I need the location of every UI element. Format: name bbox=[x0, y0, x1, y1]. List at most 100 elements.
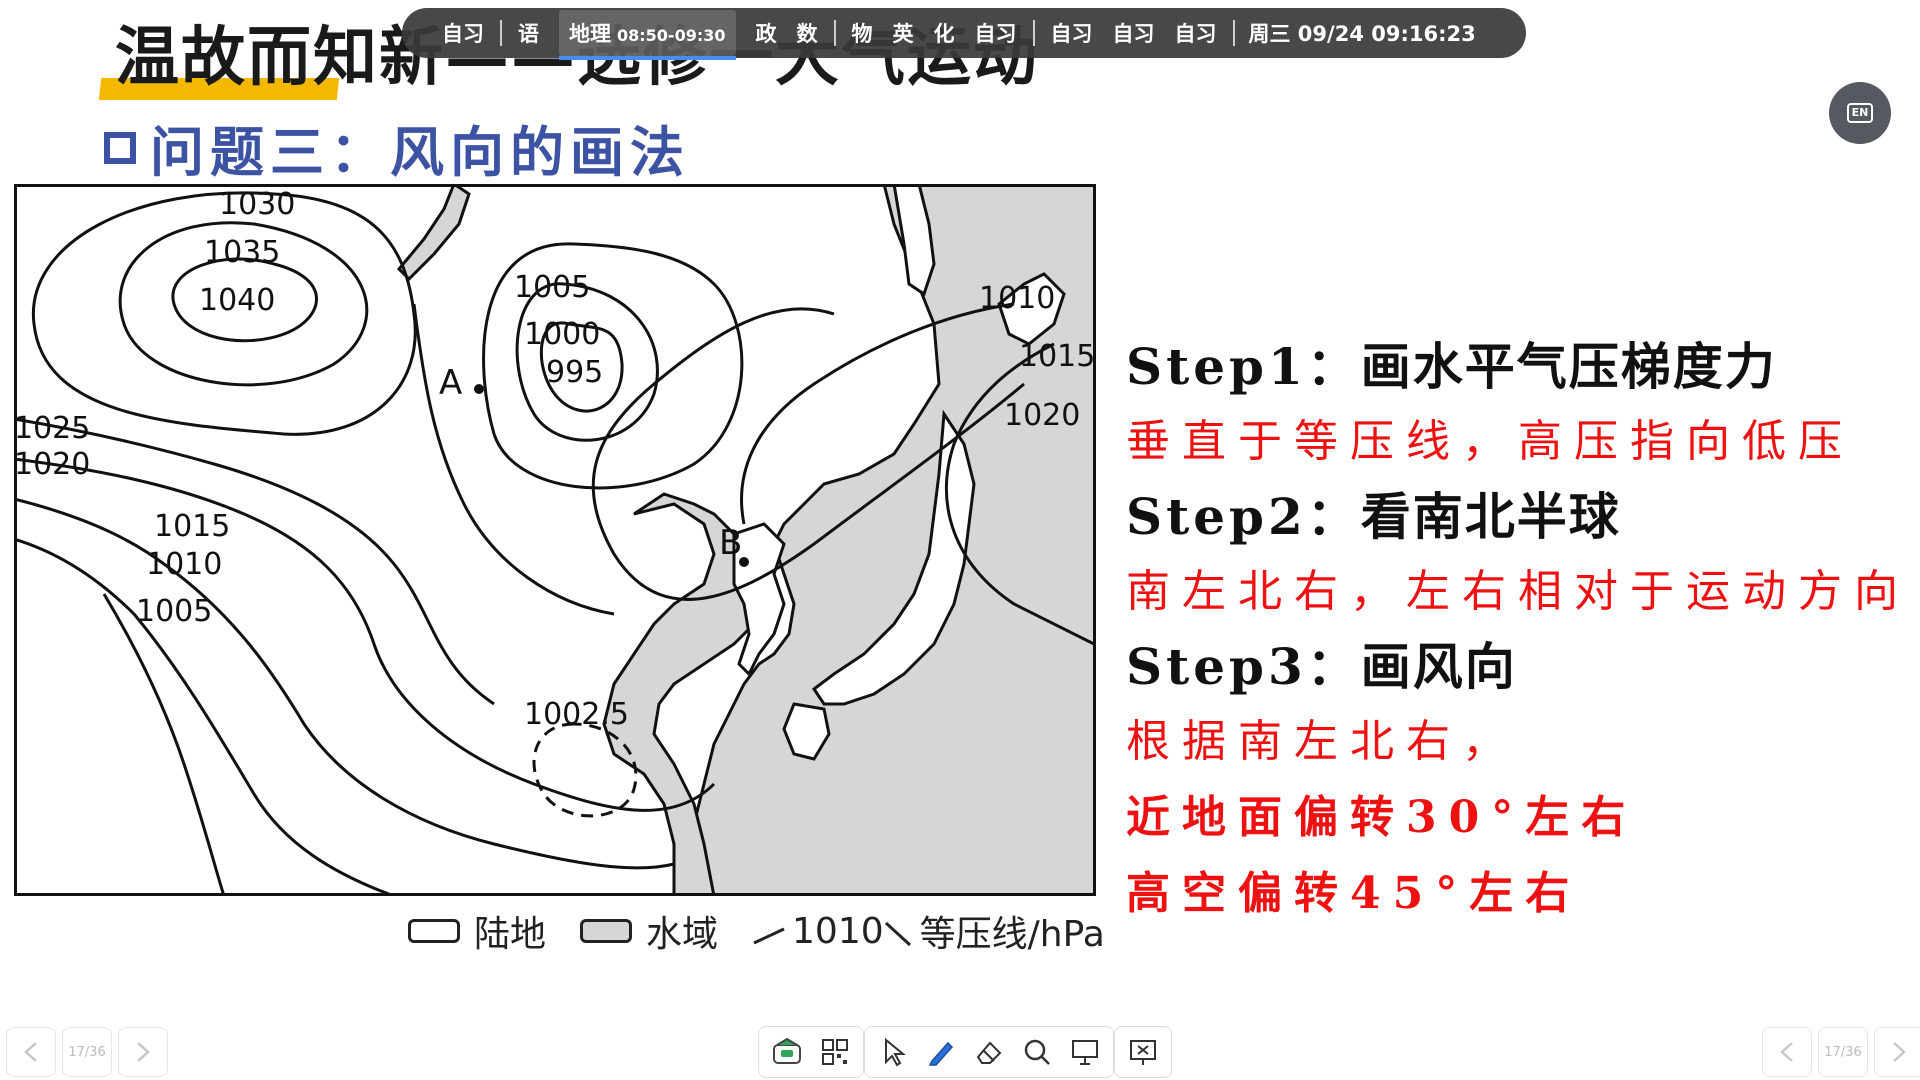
isobar-label: 995 bbox=[546, 355, 603, 390]
isobar-label: 1000 bbox=[524, 317, 600, 352]
zoom-button[interactable] bbox=[1013, 1029, 1061, 1075]
schedule-item[interactable]: 语 bbox=[518, 18, 539, 48]
isobar-label: 1020 bbox=[14, 447, 90, 482]
language-label: EN bbox=[1846, 103, 1874, 123]
schedule-item[interactable]: 自习 bbox=[442, 18, 484, 48]
isobar-label: 1005 bbox=[514, 270, 590, 305]
step3-label: Step3： bbox=[1126, 637, 1361, 696]
point-b-dot bbox=[739, 557, 749, 567]
grid-icon bbox=[822, 1039, 848, 1065]
chevron-right-icon bbox=[137, 1042, 150, 1062]
isobar-sample-icon bbox=[753, 927, 785, 945]
annotation-toolbar bbox=[758, 1026, 1172, 1080]
step2-heading: 看南北半球 bbox=[1360, 488, 1621, 546]
separator bbox=[500, 20, 502, 46]
slide-subtitle: 问题三：风向的画法 bbox=[104, 108, 690, 187]
step2-title: Step2：看南北半球 bbox=[1126, 480, 1906, 554]
step3-desc: 近地面偏转30°左右 bbox=[1126, 792, 1638, 843]
separator bbox=[1032, 20, 1035, 46]
schedule-item[interactable]: 政 bbox=[756, 18, 777, 48]
subtitle-text: 问题三：风向的画法 bbox=[150, 120, 690, 184]
point-label-a: A bbox=[439, 363, 462, 403]
legend-isobar: 1010 等压线/hPa bbox=[752, 905, 1105, 957]
chevron-right-icon bbox=[1893, 1042, 1906, 1062]
toolbar-group bbox=[758, 1026, 864, 1078]
date-clock: 周三 09/24 09:16:23 bbox=[1248, 22, 1476, 46]
pager-right: 17/36 bbox=[1762, 1027, 1920, 1077]
page-number: 17/36 bbox=[68, 1044, 106, 1060]
schedule-item-current[interactable]: 地理 08:50-09:30 bbox=[559, 10, 736, 60]
point-a-dot bbox=[474, 384, 484, 394]
isobar-label: 1005 bbox=[136, 594, 212, 629]
schedule-item[interactable]: 自习 bbox=[1113, 18, 1155, 48]
next-page-button[interactable] bbox=[1874, 1027, 1920, 1077]
magnifier-icon bbox=[1024, 1039, 1050, 1065]
step3-desc: 高空偏转45°左右 bbox=[1126, 868, 1582, 919]
separator bbox=[833, 20, 836, 46]
chevron-left-icon bbox=[24, 1042, 37, 1062]
schedule-item[interactable]: 化 bbox=[934, 18, 955, 48]
map-legend: 陆地 水域 1010 等压线/hPa bbox=[408, 906, 1139, 956]
legend-water-label: 水域 bbox=[646, 914, 719, 955]
current-time-range: 08:50-09:30 bbox=[617, 26, 726, 45]
isobar-label: 1040 bbox=[199, 283, 275, 318]
schedule-item[interactable]: 物 bbox=[852, 18, 873, 48]
chat-button[interactable] bbox=[763, 1029, 811, 1075]
separator bbox=[1232, 20, 1235, 46]
isobar-label: 1020 bbox=[1004, 398, 1080, 433]
language-button[interactable]: EN bbox=[1829, 82, 1891, 144]
current-subject: 地理 bbox=[569, 22, 611, 46]
isobar-label: 1002.5 bbox=[524, 697, 629, 732]
step2-label: Step2： bbox=[1126, 487, 1361, 546]
isobar-label: 1010 bbox=[146, 547, 222, 582]
legend-land-label: 陆地 bbox=[474, 914, 547, 955]
legend-land: 陆地 bbox=[408, 905, 546, 957]
page-number: 17/36 bbox=[1824, 1044, 1862, 1060]
schedule-item[interactable]: 自习 bbox=[1051, 18, 1093, 48]
isobar-label: 1030 bbox=[219, 187, 295, 222]
land-swatch bbox=[408, 919, 460, 943]
isobar-label: 1015 bbox=[1019, 339, 1095, 374]
step1-label: Step1： bbox=[1126, 337, 1361, 396]
schedule-bar: 自习 语 地理 08:50-09:30 政 数 物 英 化 自习 自习 自习 自习… bbox=[402, 8, 1526, 60]
prev-page-button[interactable] bbox=[6, 1027, 56, 1077]
isobar-label: 1015 bbox=[154, 509, 230, 544]
step2-desc: 南左北右，左右相对于运动方向 bbox=[1126, 566, 1910, 617]
next-page-button[interactable] bbox=[118, 1027, 168, 1077]
legend-isobar-label: 等压线/hPa bbox=[919, 914, 1105, 955]
pointer-icon bbox=[885, 1037, 906, 1067]
step1-heading: 画水平气压梯度力 bbox=[1360, 338, 1777, 396]
steps-panel: Step1：画水平气压梯度力 垂直于等压线，高压指向低压 Step2：看南北半球… bbox=[1126, 330, 1906, 932]
schedule-item[interactable]: 自习 bbox=[975, 18, 1017, 48]
schedule-item[interactable]: 数 bbox=[797, 18, 818, 48]
chat-icon bbox=[773, 1037, 801, 1064]
toolbar-group bbox=[1114, 1026, 1172, 1078]
schedule-item[interactable]: 自习 bbox=[1175, 18, 1217, 48]
step3-heading: 画风向 bbox=[1360, 638, 1517, 696]
toolbar-group bbox=[864, 1026, 1114, 1078]
schedule-item[interactable]: 英 bbox=[893, 18, 914, 48]
pen-button[interactable] bbox=[917, 1029, 965, 1075]
board-icon bbox=[1072, 1040, 1098, 1065]
bullet-square bbox=[104, 131, 136, 164]
step1-desc: 垂直于等压线，高压指向低压 bbox=[1126, 416, 1854, 467]
step3-title: Step3：画风向 bbox=[1126, 630, 1906, 704]
select-button[interactable] bbox=[869, 1029, 917, 1075]
point-label-b: B bbox=[719, 523, 742, 563]
page-indicator[interactable]: 17/36 bbox=[62, 1027, 112, 1077]
step3-desc: 根据南左北右， bbox=[1126, 716, 1518, 767]
pen-icon bbox=[928, 1041, 954, 1066]
page-indicator[interactable]: 17/36 bbox=[1818, 1027, 1868, 1077]
eraser-button[interactable] bbox=[965, 1029, 1013, 1075]
chevron-left-icon bbox=[1780, 1042, 1793, 1062]
legend-water: 水域 bbox=[580, 905, 718, 957]
isobar-sample-icon bbox=[884, 921, 911, 947]
exit-icon bbox=[1130, 1040, 1156, 1065]
apps-button[interactable] bbox=[811, 1029, 859, 1075]
pager-left: 17/36 bbox=[6, 1027, 174, 1077]
isobar-label: 1035 bbox=[204, 235, 280, 270]
prev-page-button[interactable] bbox=[1762, 1027, 1812, 1077]
exit-presentation-button[interactable] bbox=[1119, 1029, 1167, 1075]
isobar-map: 1030 1035 1040 1005 1000 995 1010 1015 1… bbox=[14, 184, 1096, 896]
whiteboard-button[interactable] bbox=[1061, 1029, 1109, 1075]
